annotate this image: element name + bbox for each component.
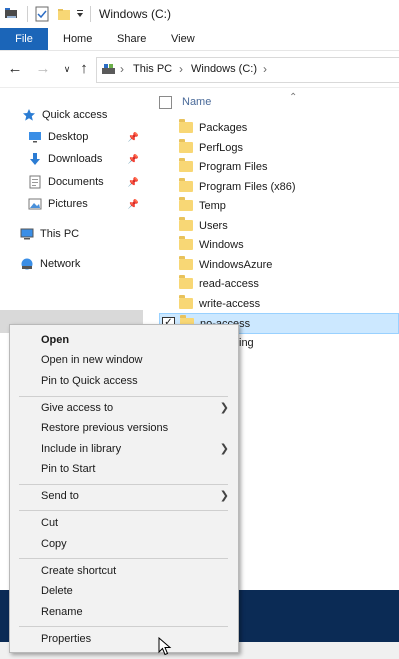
tab-file[interactable]: File bbox=[0, 28, 48, 50]
nav-network[interactable]: Network bbox=[20, 254, 80, 274]
submenu-arrow-icon: ❯ bbox=[219, 402, 229, 414]
breadcrumb-drive[interactable]: Windows (C:) bbox=[191, 63, 257, 75]
recent-locations-chevron-icon[interactable]: ∨ bbox=[58, 60, 76, 78]
breadcrumb-separator-icon: › bbox=[179, 62, 183, 76]
menu-separator bbox=[19, 626, 228, 627]
address-bar[interactable]: › This PC › Windows (C:) › bbox=[96, 57, 399, 83]
folder-icon bbox=[179, 178, 193, 192]
menu-item-pin-quick-access[interactable]: Pin to Quick access bbox=[10, 372, 238, 391]
drive-icon bbox=[101, 62, 117, 79]
menu-separator bbox=[19, 510, 228, 511]
submenu-arrow-icon: ❯ bbox=[219, 490, 229, 502]
select-all-checkbox[interactable] bbox=[159, 95, 172, 109]
menu-item-delete[interactable]: Delete bbox=[10, 582, 238, 601]
list-item[interactable]: WindowsAzure bbox=[159, 255, 399, 274]
nav-quick-access-label: Quick access bbox=[42, 109, 108, 121]
folder-icon bbox=[179, 256, 193, 270]
menu-item-rename[interactable]: Rename bbox=[10, 603, 238, 622]
folder-icon bbox=[179, 295, 193, 309]
ribbon-tabs: File Home Share View bbox=[0, 28, 399, 51]
desktop-icon bbox=[28, 130, 42, 144]
list-item[interactable]: Users bbox=[159, 216, 399, 235]
back-arrow-icon[interactable]: ← bbox=[6, 60, 24, 78]
breadcrumb-separator-icon: › bbox=[120, 62, 124, 76]
pin-icon[interactable]: 📌 bbox=[128, 132, 139, 143]
menu-item-properties[interactable]: Properties bbox=[10, 630, 238, 649]
menu-item-create-shortcut[interactable]: Create shortcut bbox=[10, 562, 238, 581]
computer-icon bbox=[20, 227, 34, 241]
nav-item-label: Downloads bbox=[48, 153, 103, 165]
navigation-bar: ← → ∨ ↑ › This PC › Windows (C:) › bbox=[0, 51, 399, 88]
menu-item-copy[interactable]: Copy bbox=[10, 535, 238, 554]
pin-icon[interactable]: 📌 bbox=[128, 177, 139, 188]
folder-icon bbox=[179, 119, 193, 133]
menu-item-include-library[interactable]: Include in library ❯ bbox=[10, 440, 238, 459]
list-item[interactable]: Program Files bbox=[159, 157, 399, 176]
nav-network-label: Network bbox=[40, 258, 81, 270]
nav-item-documents[interactable]: Documents 📌 bbox=[28, 172, 142, 192]
nav-item-label: Documents bbox=[48, 176, 104, 188]
submenu-arrow-icon: ❯ bbox=[219, 443, 229, 455]
downloads-icon bbox=[28, 152, 42, 166]
context-menu: Open Open in new window Pin to Quick acc… bbox=[9, 324, 239, 653]
column-name-label: Name bbox=[182, 96, 212, 108]
list-item[interactable]: Packages bbox=[159, 118, 399, 137]
nav-this-pc[interactable]: This PC bbox=[20, 224, 79, 244]
folder-icon bbox=[179, 236, 193, 250]
list-item[interactable]: Windows bbox=[159, 235, 399, 254]
network-icon bbox=[20, 257, 34, 271]
menu-item-send-to[interactable]: Send to ❯ bbox=[10, 487, 238, 506]
folder-icon bbox=[179, 217, 193, 231]
nav-this-pc-label: This PC bbox=[40, 228, 80, 240]
folder-icon bbox=[179, 275, 193, 289]
documents-icon bbox=[28, 175, 42, 189]
breadcrumb-this-pc[interactable]: This PC bbox=[133, 63, 172, 75]
menu-item-open[interactable]: Open bbox=[10, 331, 238, 350]
menu-item-give-access[interactable]: Give access to ❯ bbox=[10, 399, 238, 418]
column-header-name[interactable]: Name ⌃ bbox=[159, 92, 297, 110]
tab-view[interactable]: View bbox=[171, 28, 195, 50]
star-icon bbox=[22, 108, 36, 122]
list-item[interactable]: Program Files (x86) bbox=[159, 177, 399, 196]
menu-separator bbox=[19, 396, 228, 397]
customize-toolbar-icon[interactable] bbox=[76, 5, 84, 23]
new-folder-icon[interactable] bbox=[57, 5, 71, 23]
menu-item-open-new-window[interactable]: Open in new window bbox=[10, 351, 238, 370]
nav-item-desktop[interactable]: Desktop 📌 bbox=[28, 127, 142, 147]
breadcrumb-separator-icon: › bbox=[263, 62, 267, 76]
nav-item-label: Desktop bbox=[48, 131, 89, 143]
list-item[interactable]: PerfLogs bbox=[159, 138, 399, 157]
folder-icon bbox=[179, 197, 193, 211]
pin-icon[interactable]: 📌 bbox=[128, 154, 139, 165]
properties-icon[interactable] bbox=[35, 5, 49, 23]
forward-arrow-icon[interactable]: → bbox=[34, 60, 52, 78]
nav-item-pictures[interactable]: Pictures 📌 bbox=[28, 194, 142, 214]
list-item[interactable]: Temp bbox=[159, 196, 399, 215]
menu-separator bbox=[19, 484, 228, 485]
window-menu-icon[interactable] bbox=[4, 5, 20, 23]
list-item[interactable]: write-access bbox=[159, 294, 399, 313]
menu-item-pin-start[interactable]: Pin to Start bbox=[10, 460, 238, 479]
sort-ascending-icon: ⌃ bbox=[289, 92, 298, 103]
pictures-icon bbox=[28, 197, 42, 211]
title-bar: Windows (C:) bbox=[0, 0, 399, 28]
pin-icon[interactable]: 📌 bbox=[128, 199, 139, 210]
window-title: Windows (C:) bbox=[99, 7, 172, 21]
nav-quick-access[interactable]: Quick access bbox=[22, 105, 107, 125]
menu-separator bbox=[19, 558, 228, 559]
folder-icon bbox=[179, 158, 193, 172]
list-item[interactable]: read-access bbox=[159, 274, 399, 293]
nav-item-label: Pictures bbox=[48, 198, 88, 210]
menu-item-restore-versions[interactable]: Restore previous versions bbox=[10, 419, 238, 438]
nav-item-downloads[interactable]: Downloads 📌 bbox=[28, 149, 142, 169]
tab-share[interactable]: Share bbox=[117, 28, 146, 50]
menu-item-cut[interactable]: Cut bbox=[10, 514, 238, 533]
folder-icon bbox=[179, 139, 193, 153]
up-arrow-icon[interactable]: ↑ bbox=[75, 60, 93, 78]
tab-home[interactable]: Home bbox=[63, 28, 92, 50]
